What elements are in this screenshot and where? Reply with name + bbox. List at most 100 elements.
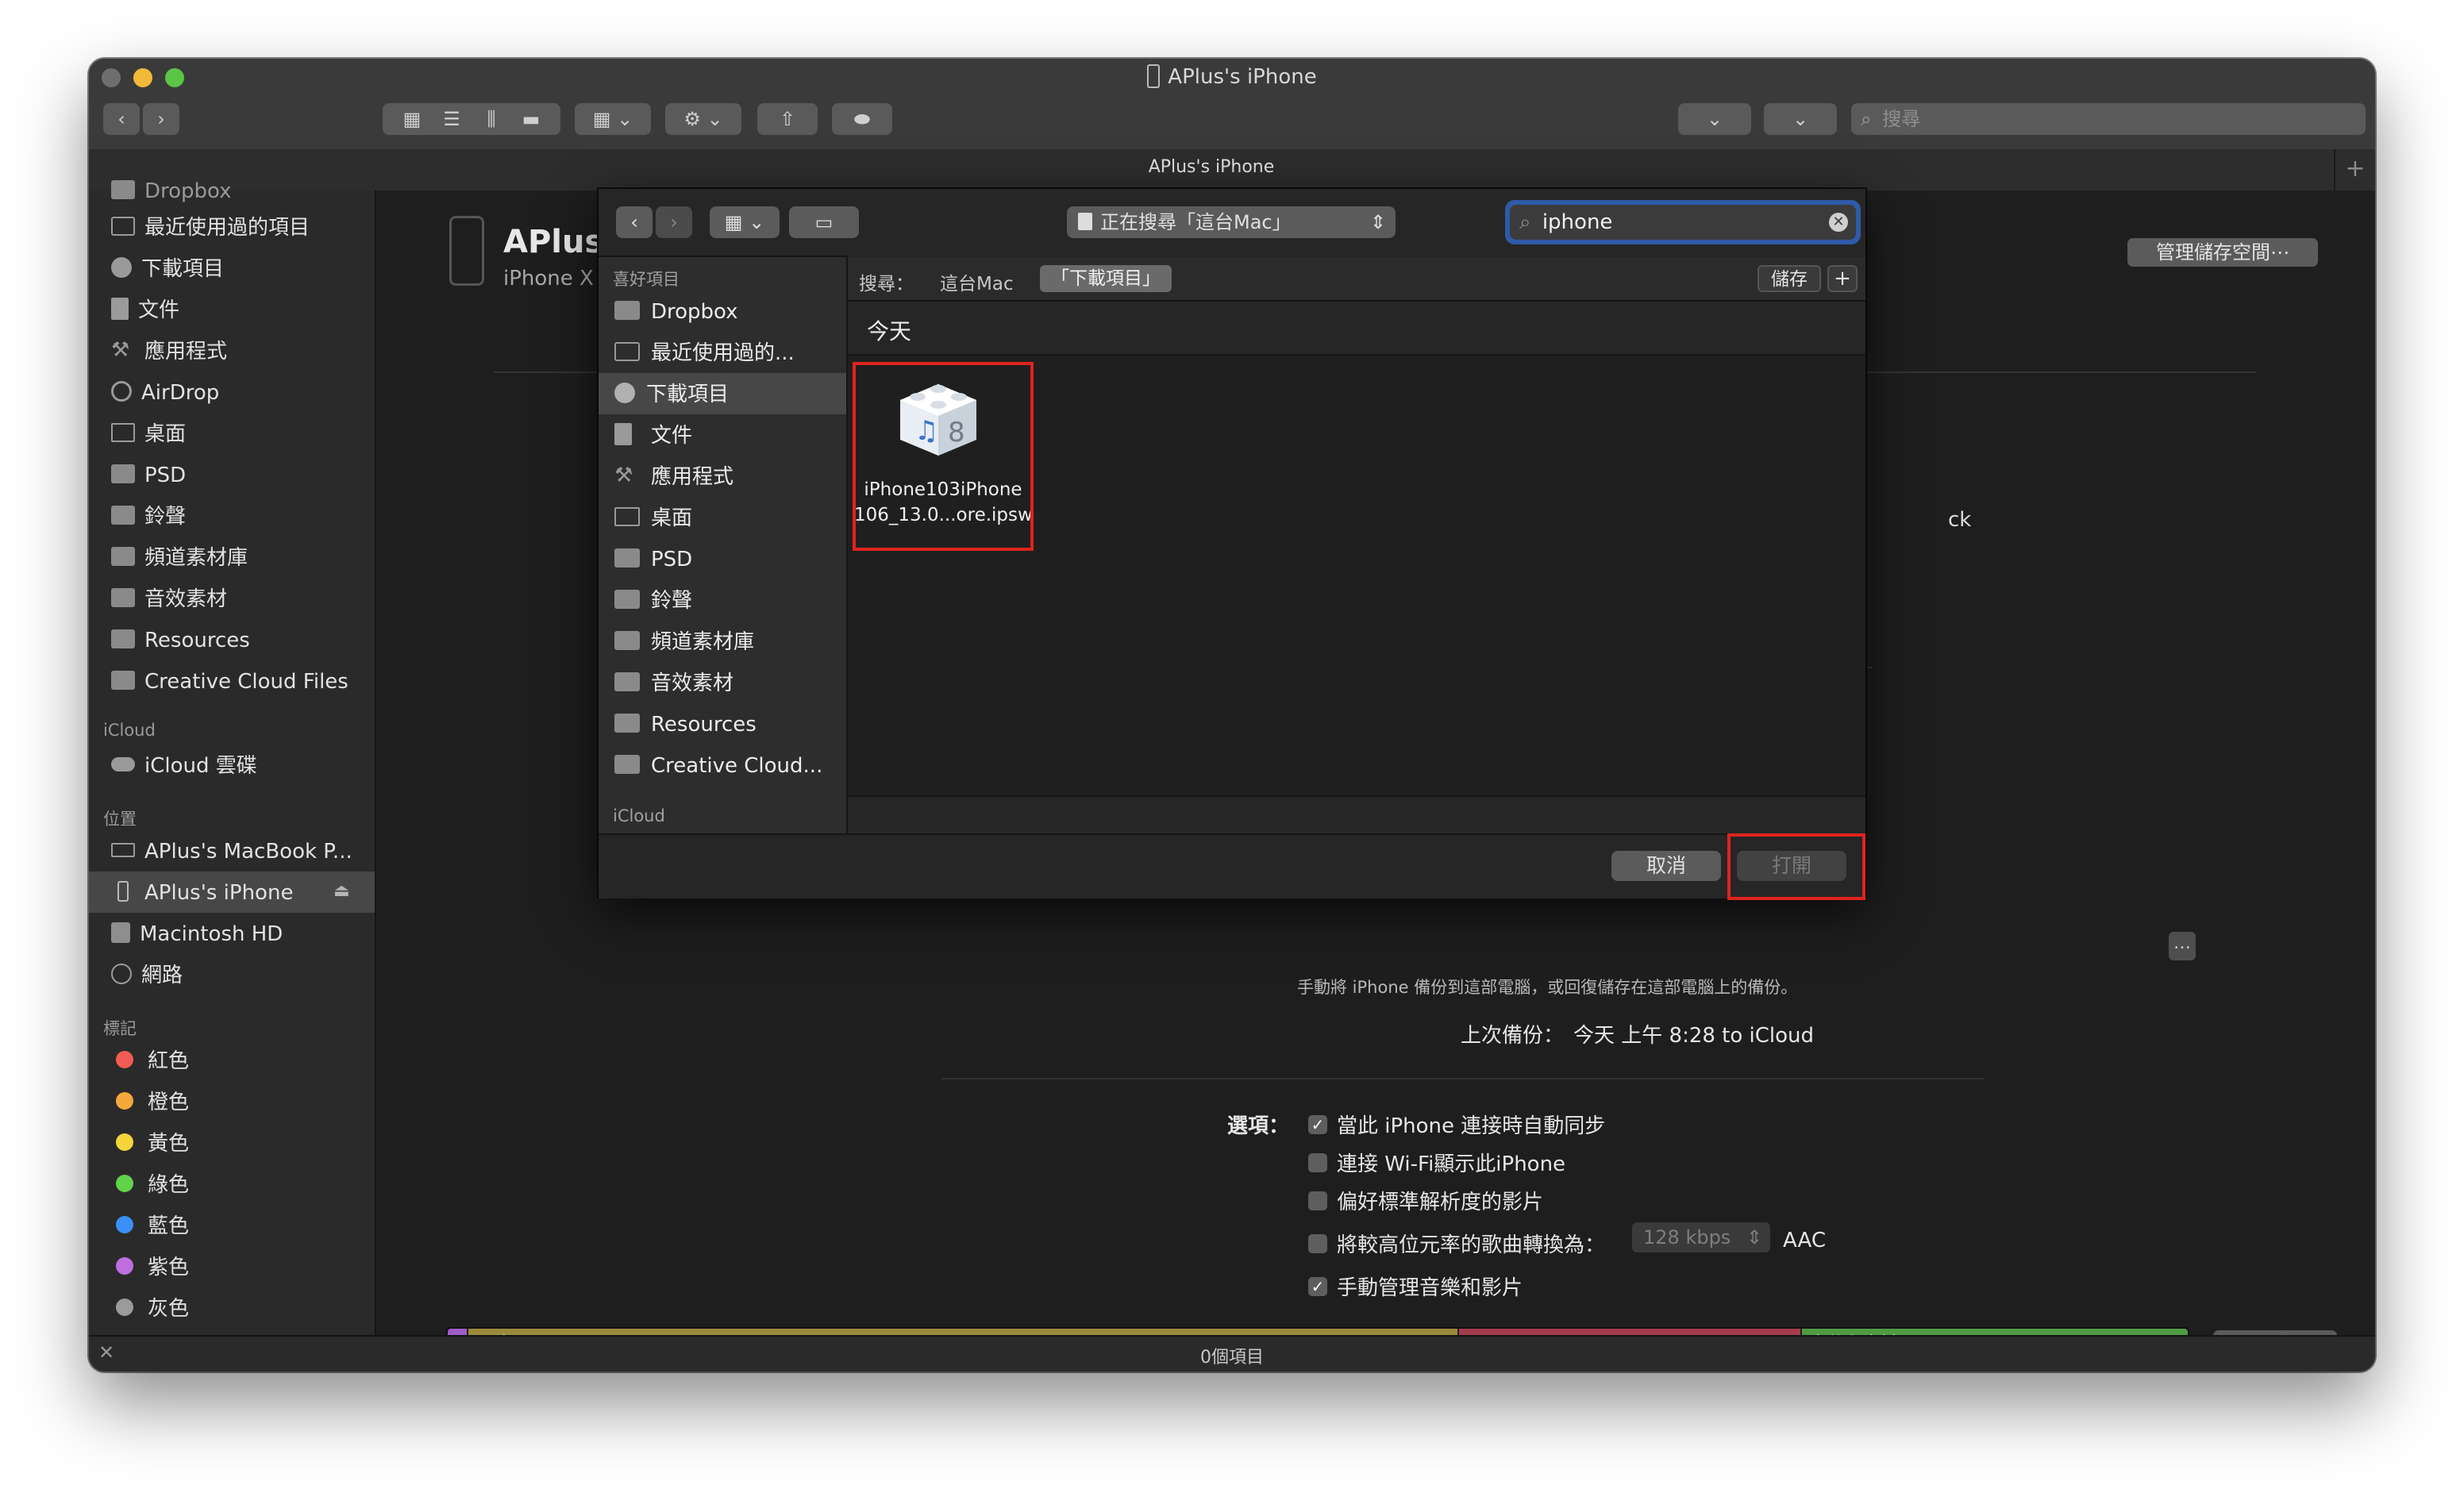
gallery-view-icon[interactable]: ▬ bbox=[511, 103, 551, 135]
dialog-sidebar-channel-assets[interactable]: 頻道素材庫 bbox=[614, 622, 754, 662]
dialog-sidebar-downloads[interactable]: 下載項目 bbox=[614, 375, 729, 414]
last-backup-value: 今天 上午 8:28 to iCloud bbox=[1573, 1024, 1815, 1048]
action-button[interactable]: ⚙ ⌄ bbox=[665, 103, 741, 135]
dialog-sidebar-ringtones[interactable]: 鈴聲 bbox=[614, 581, 692, 621]
dialog-sidebar-creative-cloud[interactable]: Creative Cloud... bbox=[614, 746, 822, 786]
location-popup[interactable]: 正在搜尋「這台Mac」 ⇕ bbox=[1067, 206, 1396, 238]
option-standard-video[interactable]: 偏好標準解析度的影片 bbox=[1308, 1186, 1543, 1215]
more-button[interactable]: … bbox=[2169, 932, 2196, 960]
group-button[interactable]: ▦ ⌄ bbox=[575, 103, 651, 135]
option-convert-bitrate[interactable]: 將較高位元率的歌曲轉換為： bbox=[1308, 1229, 1605, 1258]
path-bar bbox=[848, 795, 1865, 835]
scope-downloads[interactable]: 「下載項目」 bbox=[1040, 265, 1172, 292]
checkbox-checked-icon[interactable]: ✓ bbox=[1308, 1276, 1327, 1296]
sidebar-item-icloud-drive[interactable]: iCloud 雲碟 bbox=[111, 746, 257, 786]
dialog-sidebar-recents[interactable]: 最近使用過的... bbox=[614, 333, 795, 373]
sidebar-item-documents[interactable]: 文件 bbox=[111, 290, 179, 330]
add-criteria-button[interactable]: + bbox=[1827, 265, 1858, 292]
share-button[interactable]: ⇧ bbox=[757, 103, 818, 135]
icon-view-icon[interactable]: ▦ bbox=[392, 103, 432, 135]
list-view-icon[interactable]: ☰ bbox=[432, 103, 472, 135]
tag-dot-icon bbox=[116, 1133, 133, 1151]
bitrate-format: AAC bbox=[1783, 1229, 1826, 1252]
folder-icon: ▭ bbox=[814, 211, 834, 233]
tags-button[interactable]: ⬬ bbox=[832, 103, 892, 135]
checkbox-checked-icon[interactable]: ✓ bbox=[1308, 1114, 1327, 1134]
sidebar-item-psd[interactable]: PSD bbox=[111, 456, 186, 495]
section-today: 今天 bbox=[867, 318, 912, 344]
checkbox-icon[interactable] bbox=[1308, 1191, 1327, 1210]
sidebar-item-resources[interactable]: Resources bbox=[111, 621, 250, 660]
back-button[interactable]: ‹ bbox=[103, 103, 140, 135]
eject-icon[interactable]: ⏏ bbox=[333, 881, 350, 901]
search-placeholder: 搜尋 bbox=[1882, 108, 1921, 130]
manage-storage-button[interactable]: 管理儲存空間⋯ bbox=[2127, 238, 2318, 267]
option-auto-sync[interactable]: ✓ 當此 iPhone 連接時自動同步 bbox=[1308, 1110, 1605, 1139]
forward-button[interactable]: › bbox=[143, 103, 179, 135]
sidebar-item-creative-cloud[interactable]: Creative Cloud Files bbox=[111, 662, 348, 702]
item-count: 0個項目 bbox=[1200, 1348, 1264, 1368]
sidebar-item-network[interactable]: 網路 bbox=[111, 956, 183, 995]
folder-icon bbox=[614, 754, 640, 774]
bitrate-select[interactable]: 128 kbps ⇕ bbox=[1632, 1222, 1770, 1252]
sidebar-item-recents[interactable]: 最近使用過的項目 bbox=[111, 208, 310, 248]
sidebar-tag-yellow[interactable]: 黃色 bbox=[111, 1124, 189, 1164]
sidebar-item-macintosh-hd[interactable]: Macintosh HD bbox=[111, 914, 283, 954]
dialog-sidebar-dropbox[interactable]: Dropbox bbox=[614, 292, 738, 332]
sidebar-item-desktop[interactable]: 桌面 bbox=[111, 414, 186, 454]
sidebar-item-iphone[interactable]: APlus's iPhone bbox=[111, 873, 293, 913]
options-label: 選項： bbox=[1227, 1114, 1290, 1138]
clear-search-icon[interactable]: ✕ bbox=[1829, 213, 1848, 232]
dialog-back-button[interactable]: ‹ bbox=[616, 206, 653, 238]
clock-icon bbox=[614, 341, 640, 361]
dialog-forward-button[interactable]: › bbox=[656, 206, 692, 238]
window-title: APlus's iPhone bbox=[89, 63, 2375, 90]
sidebar-item-airdrop[interactable]: AirDrop bbox=[111, 373, 219, 413]
sidebar-tag-blue[interactable]: 藍色 bbox=[111, 1206, 189, 1246]
sidebar-item-channel-assets[interactable]: 頻道素材庫 bbox=[111, 538, 248, 578]
sidebar-tag-purple[interactable]: 紫色 bbox=[111, 1248, 189, 1287]
new-tab-button[interactable]: + bbox=[2334, 149, 2375, 190]
dialog-view-button[interactable]: ▦ ⌄ bbox=[710, 206, 780, 238]
new-folder-button[interactable]: ▭ bbox=[789, 206, 859, 238]
dialog-sidebar-applications[interactable]: ⚒ 應用程式 bbox=[614, 457, 733, 497]
tag-dot-icon bbox=[116, 1050, 133, 1068]
view-mode-segmented[interactable]: ▦ ☰ ⫼ ▬ bbox=[383, 103, 560, 135]
search-scope-bar: 搜尋： 這台Mac 「下載項目」 儲存 + bbox=[848, 257, 1865, 302]
tab-title[interactable]: APlus's iPhone bbox=[89, 157, 2334, 177]
sidebar-item-ringtones[interactable]: 鈴聲 bbox=[111, 497, 186, 537]
sidebar-item-macbook[interactable]: APlus's MacBook P... bbox=[111, 832, 352, 871]
checkbox-icon[interactable] bbox=[1308, 1152, 1327, 1172]
dialog-sidebar-desktop[interactable]: 桌面 bbox=[614, 498, 692, 538]
folder-icon bbox=[614, 548, 640, 568]
option-manual-manage[interactable]: ✓ 手動管理音樂和影片 bbox=[1308, 1272, 1523, 1301]
desktop-icon bbox=[614, 506, 640, 526]
sidebar-tag-gray[interactable]: 灰色 bbox=[111, 1289, 189, 1329]
search-field[interactable]: ⌕ 搜尋 bbox=[1851, 103, 2366, 135]
dialog-sidebar-psd[interactable]: PSD bbox=[614, 540, 692, 579]
dialog-sidebar-documents[interactable]: 文件 bbox=[614, 416, 692, 456]
sidebar-item-applications[interactable]: ⚒ 應用程式 bbox=[111, 332, 227, 371]
status-bar: ✕ 0個項目 bbox=[89, 1335, 2375, 1372]
dialog-sidebar-sound-effects[interactable]: 音效素材 bbox=[614, 664, 733, 703]
dialog-sidebar-resources[interactable]: Resources bbox=[614, 705, 757, 744]
cloud-icon bbox=[111, 756, 135, 771]
scope-this-mac[interactable]: 這台Mac bbox=[940, 268, 1014, 295]
sidebar-item-sound-effects[interactable]: 音效素材 bbox=[111, 579, 227, 619]
cancel-button[interactable]: 取消 bbox=[1611, 851, 1721, 881]
sidebar-tag-orange[interactable]: 橙色 bbox=[111, 1083, 189, 1122]
option-show-on-wifi[interactable]: 連接 Wi-Fi顯示此iPhone bbox=[1308, 1148, 1565, 1177]
save-search-button[interactable]: 儲存 bbox=[1758, 265, 1821, 292]
sidebar-item-downloads[interactable]: 下載項目 bbox=[111, 249, 224, 289]
highlight-file-box bbox=[853, 362, 1034, 551]
search-icon: ⌕ bbox=[1519, 210, 1531, 234]
toolbar-popup-1[interactable]: ⌄ bbox=[1678, 103, 1751, 135]
checkbox-icon[interactable] bbox=[1308, 1233, 1327, 1253]
toolbar-popup-2[interactable]: ⌄ bbox=[1764, 103, 1837, 135]
dialog-search-field[interactable]: ⌕ iphone ✕ bbox=[1510, 205, 1856, 240]
sidebar-tag-green[interactable]: 綠色 bbox=[111, 1165, 189, 1205]
sidebar-tag-red[interactable]: 紅色 bbox=[111, 1041, 189, 1081]
column-view-icon[interactable]: ⫼ bbox=[472, 103, 511, 135]
partial-text: ck bbox=[1948, 508, 1972, 532]
sidebar-item-dropbox[interactable]: Dropbox bbox=[111, 171, 232, 211]
